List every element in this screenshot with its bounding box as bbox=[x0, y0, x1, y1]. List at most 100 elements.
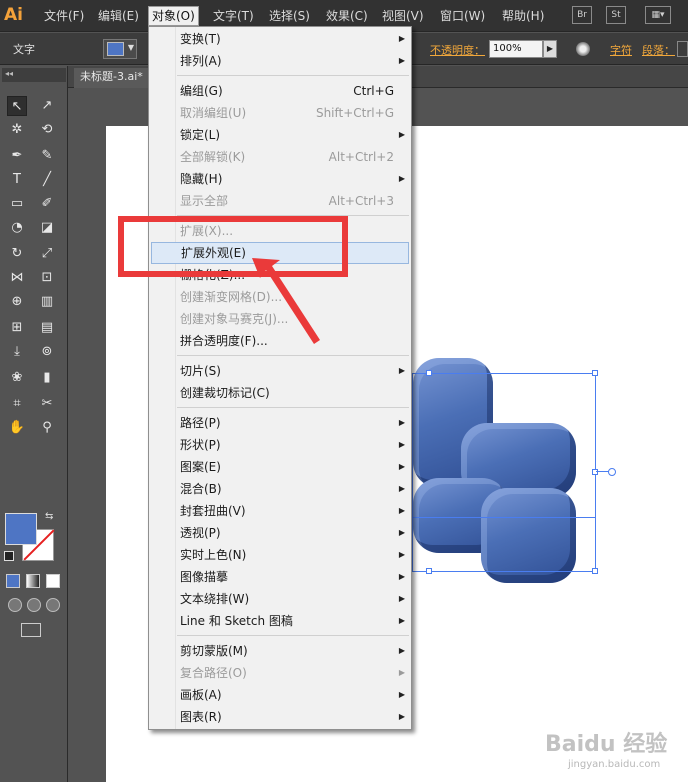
watermark-logo: Baidu 经验 bbox=[545, 732, 668, 757]
pen-tool-icon[interactable]: ✒ bbox=[7, 146, 27, 166]
menu-item[interactable]: 剪切蒙版(M) ▶ bbox=[149, 640, 411, 662]
menu-select[interactable]: 选择(S) bbox=[269, 7, 310, 25]
menu-item[interactable]: 图案(E) ▶ bbox=[149, 456, 411, 478]
menu-item-label: 封套扭曲(V) bbox=[180, 504, 246, 518]
menu-item[interactable]: 编组(G) Ctrl+G bbox=[149, 80, 411, 102]
menu-item-shortcut: Shift+Ctrl+G bbox=[315, 106, 394, 120]
menu-item-label: 文本绕排(W) bbox=[180, 592, 250, 606]
menu-item[interactable]: 图表(R) ▶ bbox=[149, 706, 411, 728]
menu-edit[interactable]: 编辑(E) bbox=[98, 7, 139, 25]
menu-help[interactable]: 帮助(H) bbox=[502, 7, 544, 25]
rotate-tool-icon[interactable]: ↻ bbox=[7, 244, 27, 264]
color-mode-icon[interactable] bbox=[6, 574, 20, 588]
bbox-handle[interactable] bbox=[426, 370, 432, 376]
menu-item: 取消编组(U) Shift+Ctrl+G bbox=[149, 102, 411, 124]
paragraph-panel-link[interactable]: 段落： bbox=[642, 42, 675, 58]
width-tool-icon[interactable]: ⋈ bbox=[7, 268, 27, 288]
gradient-tool-icon[interactable]: ▤ bbox=[37, 318, 57, 338]
graph-tool-icon[interactable]: ▮ bbox=[37, 368, 57, 388]
zoom-tool-icon[interactable]: ⚲ bbox=[37, 418, 57, 438]
default-colors-icon[interactable] bbox=[4, 551, 14, 561]
menu-item[interactable]: 锁定(L) ▶ bbox=[149, 124, 411, 146]
bbox-handle[interactable] bbox=[592, 568, 598, 574]
draw-normal-icon[interactable] bbox=[8, 598, 22, 612]
eraser-tool-icon[interactable]: ◪ bbox=[37, 218, 57, 238]
recolor-artwork-icon[interactable] bbox=[576, 42, 590, 56]
direct-selection-tool-icon[interactable]: ↗ bbox=[37, 96, 57, 116]
scale-tool-icon[interactable]: ⤢ bbox=[37, 244, 57, 264]
menu-item-label: 创建裁切标记(C) bbox=[180, 386, 270, 400]
menu-effect[interactable]: 效果(C) bbox=[326, 7, 368, 25]
panel-collapse-icon[interactable]: ◂◂ bbox=[2, 68, 66, 82]
none-mode-icon[interactable] bbox=[46, 574, 60, 588]
free-transform-tool-icon[interactable]: ⊡ bbox=[37, 268, 57, 288]
rotate-handle[interactable] bbox=[608, 468, 616, 476]
menu-item-label: 混合(B) bbox=[180, 482, 222, 496]
menu-item[interactable]: 隐藏(H) ▶ bbox=[149, 168, 411, 190]
bbox-handle[interactable] bbox=[426, 568, 432, 574]
submenu-arrow-icon: ▶ bbox=[398, 550, 405, 559]
menu-separator bbox=[177, 75, 409, 76]
perspective-grid-tool-icon[interactable]: ▥ bbox=[37, 292, 57, 312]
fill-color-swatch[interactable]: ▼ bbox=[103, 39, 137, 59]
draw-behind-icon[interactable] bbox=[27, 598, 41, 612]
screen-mode-icon[interactable] bbox=[21, 623, 41, 637]
menu-item[interactable]: 画板(A) ▶ bbox=[149, 684, 411, 706]
menu-item[interactable]: 创建裁切标记(C) bbox=[149, 382, 411, 404]
menu-item[interactable]: 文本绕排(W) ▶ bbox=[149, 588, 411, 610]
selection-tool-icon[interactable]: ↖ bbox=[7, 96, 27, 116]
menu-item[interactable]: 形状(P) ▶ bbox=[149, 434, 411, 456]
blob-brush-tool-icon[interactable]: ◔ bbox=[7, 218, 27, 238]
menu-item[interactable]: 排列(A) ▶ bbox=[149, 50, 411, 72]
character-panel-link[interactable]: 字符 bbox=[610, 42, 632, 58]
menu-item[interactable]: 实时上色(N) ▶ bbox=[149, 544, 411, 566]
gradient-mode-icon[interactable] bbox=[26, 574, 40, 588]
menu-object[interactable]: 对象(O) bbox=[148, 6, 199, 26]
type-tool-icon[interactable]: T bbox=[7, 170, 27, 190]
menu-item[interactable]: 混合(B) ▶ bbox=[149, 478, 411, 500]
menu-item-label: 剪切蒙版(M) bbox=[180, 644, 248, 658]
fill-color-box[interactable] bbox=[5, 513, 37, 545]
shape-builder-tool-icon[interactable]: ⊕ bbox=[7, 292, 27, 312]
menu-item[interactable]: 图像描摹 ▶ bbox=[149, 566, 411, 588]
menu-item[interactable]: 切片(S) ▶ bbox=[149, 360, 411, 382]
opacity-label[interactable]: 不透明度： bbox=[430, 42, 485, 58]
menu-item[interactable]: 透视(P) ▶ bbox=[149, 522, 411, 544]
magic-wand-tool-icon[interactable]: ✲ bbox=[7, 120, 27, 140]
bbox-handle[interactable] bbox=[592, 370, 598, 376]
opacity-dropdown-icon[interactable]: ▶ bbox=[543, 40, 557, 58]
menu-item[interactable]: 封套扭曲(V) ▶ bbox=[149, 500, 411, 522]
menu-item[interactable]: Line 和 Sketch 图稿 ▶ bbox=[149, 610, 411, 632]
rectangle-tool-icon[interactable]: ▭ bbox=[7, 194, 27, 214]
blend-tool-icon[interactable]: ⊚ bbox=[37, 342, 57, 362]
eyedropper-tool-icon[interactable]: ⤓ bbox=[7, 342, 27, 362]
menu-type[interactable]: 文字(T) bbox=[213, 7, 254, 25]
curvature-tool-icon[interactable]: ✎ bbox=[37, 146, 57, 166]
paintbrush-tool-icon[interactable]: ✐ bbox=[37, 194, 57, 214]
app-logo: Ai bbox=[4, 5, 23, 25]
menu-item[interactable]: 路径(P) ▶ bbox=[149, 412, 411, 434]
submenu-arrow-icon: ▶ bbox=[398, 418, 405, 427]
artboard-tool-icon[interactable]: ⌗ bbox=[7, 394, 27, 414]
object-menu: 变换(T) ▶ 排列(A) ▶ 编组(G) Ctrl+G 取消编组(U) Shift+Ctrl… bbox=[148, 26, 412, 730]
lasso-tool-icon[interactable]: ⟲ bbox=[37, 120, 57, 140]
watermark-url: jingyan.baidu.com bbox=[568, 759, 661, 770]
align-icon[interactable] bbox=[677, 41, 688, 57]
menu-view[interactable]: 视图(V) bbox=[382, 7, 424, 25]
workspace-icon[interactable]: ▦▾ bbox=[645, 6, 671, 24]
menu-file[interactable]: 文件(F) bbox=[44, 7, 84, 25]
symbol-sprayer-tool-icon[interactable]: ❀ bbox=[7, 368, 27, 388]
stock-icon[interactable]: St bbox=[606, 6, 626, 24]
bridge-icon[interactable]: Br bbox=[572, 6, 592, 24]
bbox-handle[interactable] bbox=[592, 469, 598, 475]
draw-inside-icon[interactable] bbox=[46, 598, 60, 612]
swap-fill-stroke-icon[interactable]: ⇆ bbox=[45, 511, 53, 522]
mesh-tool-icon[interactable]: ⊞ bbox=[7, 318, 27, 338]
opacity-input[interactable]: 100% bbox=[489, 40, 543, 58]
selection-bounding-box[interactable] bbox=[412, 373, 596, 572]
hand-tool-icon[interactable]: ✋ bbox=[7, 418, 27, 438]
line-tool-icon[interactable]: ╱ bbox=[37, 170, 57, 190]
menu-window[interactable]: 窗口(W) bbox=[440, 7, 485, 25]
menu-item[interactable]: 变换(T) ▶ bbox=[149, 28, 411, 50]
slice-tool-icon[interactable]: ✂ bbox=[37, 394, 57, 414]
